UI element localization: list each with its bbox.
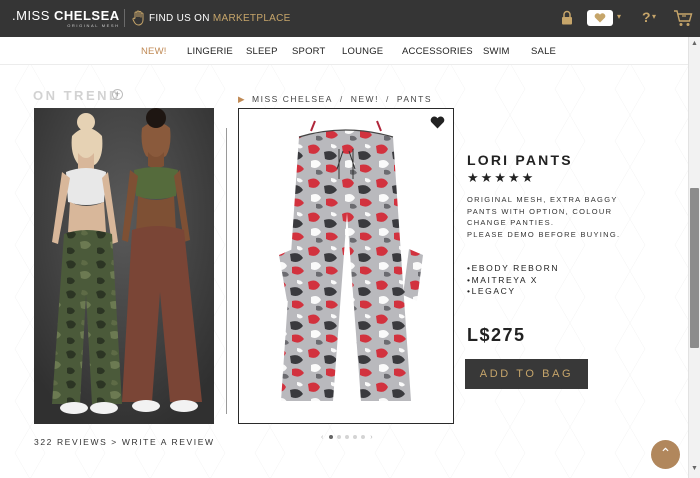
product-price: L$275 (467, 325, 526, 345)
logo-prefix: .MISS (12, 8, 50, 23)
breadcrumb-item[interactable]: PANTS (397, 94, 432, 104)
cart-icon[interactable] (673, 8, 693, 28)
compatibility-item: •EBODY REBORN (467, 263, 560, 273)
product-title: LORI PANTS (467, 152, 573, 168)
pagination-dot[interactable] (353, 435, 358, 440)
nav-item-accessories[interactable]: ACCESSORIES (402, 46, 473, 57)
description-line: PLEASE DEMO BEFORE BUYING. (467, 229, 621, 239)
nav-item-swim[interactable]: SWIM (483, 46, 510, 57)
nav-item-sport[interactable]: SPORT (292, 46, 326, 57)
marketplace-link[interactable]: FIND US ON MARKETPLACE (149, 13, 291, 24)
pagination-dot[interactable] (329, 435, 334, 440)
compatibility-item: •LEGACY (467, 286, 516, 296)
star-rating: ★★★★★ (467, 170, 536, 185)
lock-icon[interactable] (561, 10, 573, 25)
chevron-up-icon: ⌃ (659, 445, 672, 461)
hand-icon (132, 10, 144, 26)
nav-item-lounge[interactable]: LOUNGE (342, 46, 383, 57)
model-photo[interactable] (34, 108, 214, 424)
nav-item-new[interactable]: NEW! (141, 46, 167, 57)
nav-item-sale[interactable]: SALE (531, 46, 556, 57)
favorites-button[interactable] (587, 10, 613, 26)
image-pagination: ‹ › (321, 434, 374, 441)
logo-name: CHELSEA (54, 8, 120, 23)
top-bar: .MISS CHELSEA ORIGINAL MESH FIND US ON M… (0, 0, 700, 37)
body-compatibility-list: •EBODY REBORN •MAITREYA X •LEGACY (467, 263, 559, 298)
breadcrumb-separator: / (339, 94, 344, 104)
triangle-right-icon: ▶ (238, 94, 247, 104)
scroll-up-icon[interactable]: ▲ (691, 40, 698, 47)
reviews-link[interactable]: 322 REVIEWS > WRITE A REVIEW (34, 437, 215, 447)
add-to-bag-button[interactable]: ADD TO BAG (465, 359, 588, 389)
description-line: CHANGE PANTIES. (467, 218, 555, 228)
compatibility-item: •MAITREYA X (467, 274, 538, 285)
back-to-top-button[interactable]: ⌃ (651, 440, 680, 469)
model-illustration (34, 108, 214, 424)
logo-tagline: ORIGINAL MESH (67, 23, 120, 28)
find-us-text: FIND US ON (149, 13, 210, 24)
on-trend-heading: ON TREND (33, 88, 121, 103)
category-nav: NEW! LINGERIE SLEEP SPORT LOUNGE ACCESSO… (0, 37, 688, 65)
pagination-dot[interactable] (361, 435, 366, 440)
product-image-frame[interactable] (238, 108, 454, 424)
product-description: ORIGINAL MESH, EXTRA BAGGY PANTS WITH OP… (467, 194, 620, 240)
product-image (279, 120, 423, 401)
scroll-down-icon[interactable]: ▼ (691, 465, 698, 472)
chevron-down-icon[interactable]: ▾ (617, 12, 621, 21)
chevron-left-icon[interactable]: ‹ (321, 434, 324, 441)
divider (124, 9, 125, 27)
divider (226, 128, 227, 414)
heart-icon[interactable] (430, 116, 445, 129)
marketplace-text: MARKETPLACE (212, 13, 291, 24)
breadcrumb-item[interactable]: NEW! (351, 94, 379, 104)
nav-item-lingerie[interactable]: LINGERIE (187, 46, 233, 57)
pagination-dot[interactable] (337, 435, 342, 440)
chevron-right-icon[interactable]: › (370, 434, 373, 441)
help-icon[interactable]: ? (642, 9, 651, 25)
heart-icon (594, 13, 606, 23)
plus-icon[interactable]: + (112, 89, 123, 100)
nav-item-sleep[interactable]: SLEEP (246, 46, 278, 57)
brand-logo[interactable]: .MISS CHELSEA ORIGINAL MESH (12, 9, 120, 28)
pagination-dot[interactable] (345, 435, 350, 440)
chevron-down-icon[interactable]: ▾ (652, 12, 656, 21)
breadcrumb: ▶ MISS CHELSEA / NEW! / PANTS (238, 94, 432, 105)
description-line: PANTS WITH OPTION, COLOUR (467, 206, 613, 216)
breadcrumb-separator: / (385, 94, 390, 104)
description-line: ORIGINAL MESH, EXTRA BAGGY (467, 195, 618, 204)
product-page: NEW! LINGERIE SLEEP SPORT LOUNGE ACCESSO… (0, 37, 700, 478)
scrollbar-thumb[interactable] (690, 188, 699, 348)
scrollbar[interactable]: ▲ ▼ (688, 37, 700, 478)
breadcrumb-item[interactable]: MISS CHELSEA (252, 94, 333, 104)
